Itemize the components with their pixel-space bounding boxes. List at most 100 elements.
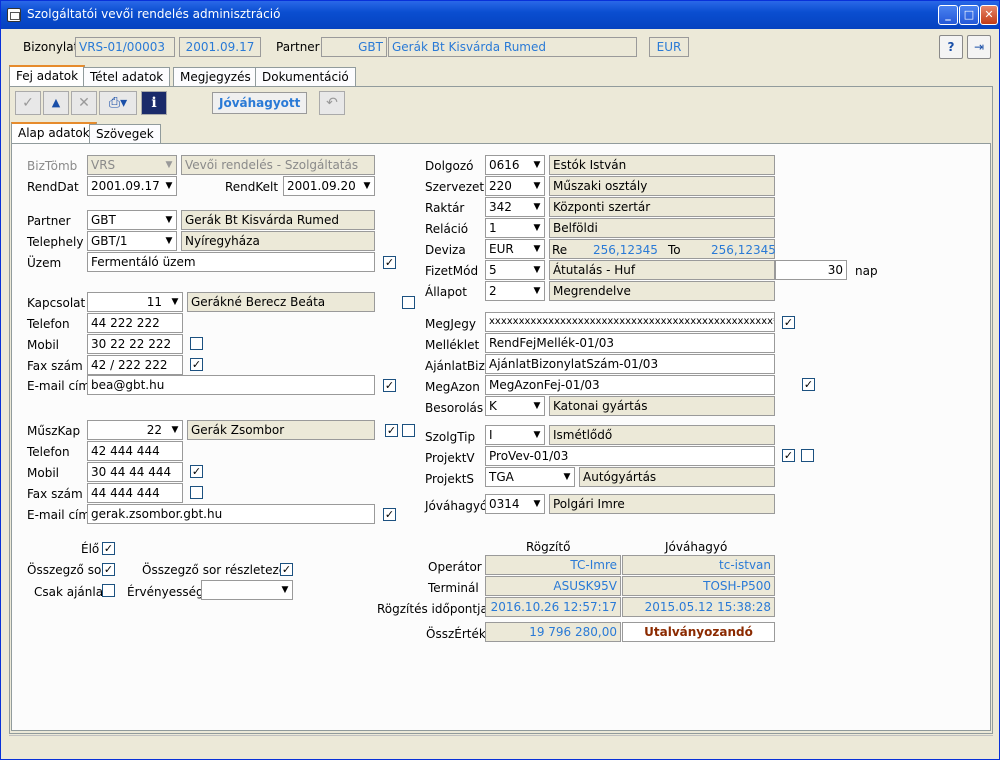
tab-megjegyzes[interactable]: Megjegyzés [173, 67, 258, 87]
relacio-select[interactable]: 1 ▼ [485, 218, 545, 238]
megjegy-checkbox[interactable]: ✓ [782, 316, 795, 329]
tab-fej-adatok[interactable]: Fej adatok [9, 65, 86, 87]
projektv-label: ProjektV [425, 451, 475, 465]
terminal-jovahagyo: TOSH-P500 [622, 576, 775, 596]
ajanlatbiz-field[interactable]: AjánlatBizonylatSzám-01/03 [485, 354, 775, 374]
email1-checkbox[interactable]: ✓ [383, 379, 396, 392]
chevron-down-icon[interactable]: ▼ [530, 198, 544, 216]
projekts-select[interactable]: TGA ▼ [485, 467, 575, 487]
szervezet-select[interactable]: 220 ▼ [485, 176, 545, 196]
mobil1-field[interactable]: 30 22 22 222 [87, 334, 183, 354]
help-icon[interactable]: ? [939, 35, 963, 59]
biztomb-select[interactable]: VRS ▼ [87, 155, 177, 175]
muszkap-checkbox-1[interactable]: ✓ [385, 424, 398, 437]
partner-select[interactable]: GBT ▼ [87, 210, 177, 230]
chevron-down-icon[interactable]: ▼ [360, 177, 374, 195]
chevron-down-icon[interactable]: ▼ [530, 219, 544, 237]
tab-tetel-adatok[interactable]: Tétel adatok [83, 67, 171, 87]
chevron-down-icon[interactable]: ▼ [560, 468, 574, 486]
partner-header-name[interactable]: Gerák Bt Kisvárda Rumed [388, 37, 637, 57]
megazon-field[interactable]: MegAzonFej-01/03 [485, 375, 775, 395]
chevron-down-icon[interactable]: ▼ [530, 495, 544, 513]
jovahagyo-header: Jóváhagyó [665, 540, 728, 554]
elo-checkbox[interactable]: ✓ [102, 542, 115, 555]
fax1-checkbox[interactable]: ✓ [190, 358, 203, 371]
jovahagyo-select[interactable]: 0314 ▼ [485, 494, 545, 514]
close-button[interactable]: ✕ [980, 5, 998, 25]
chevron-down-icon[interactable]: ▼ [530, 426, 544, 444]
osszegzo-checkbox[interactable]: ✓ [102, 563, 115, 576]
telephely-select[interactable]: GBT/1 ▼ [87, 231, 177, 251]
megjegy-field[interactable]: xxxxxxxxxxxxxxxxxxxxxxxxxxxxxxxxxxxxxxxx… [485, 312, 775, 332]
undo-icon[interactable]: ↶ [319, 91, 345, 115]
uzem-checkbox[interactable]: ✓ [383, 256, 396, 269]
chevron-down-icon[interactable]: ▼ [162, 156, 176, 174]
projektv-checkbox-2[interactable] [801, 449, 814, 462]
projektv-checkbox-1[interactable]: ✓ [782, 449, 795, 462]
cancel-icon[interactable]: ✕ [71, 91, 97, 115]
chevron-down-icon[interactable]: ▼ [530, 397, 544, 415]
info-icon[interactable]: i [141, 91, 167, 115]
chevron-down-icon[interactable]: ▼ [530, 261, 544, 279]
fax1-field[interactable]: 42 / 222 222 [87, 355, 183, 375]
fizetmod-days[interactable]: 30 [775, 260, 847, 280]
renddat-select[interactable]: 2001.09.17 ▼ [87, 176, 177, 196]
exit-icon[interactable]: ⇥ [967, 35, 991, 59]
chevron-down-icon[interactable]: ▼ [530, 240, 544, 258]
subtab-szovegek[interactable]: Szövegek [89, 124, 161, 144]
raktar-select[interactable]: 342 ▼ [485, 197, 545, 217]
telefon1-field[interactable]: 44 222 222 [87, 313, 183, 333]
email1-field[interactable]: bea@gbt.hu [87, 375, 375, 395]
approved-button[interactable]: Jóváhagyott [212, 92, 308, 114]
szolgtip-select[interactable]: I ▼ [485, 425, 545, 445]
projektv-field[interactable]: ProVev-01/03 [485, 446, 775, 466]
ervenyesseg-select[interactable]: ▼ [201, 580, 293, 600]
muszkap-checkbox-2[interactable] [402, 424, 415, 437]
tab-dokumentacio[interactable]: Dokumentáció [255, 67, 356, 87]
chevron-down-icon[interactable]: ▼ [162, 177, 176, 195]
melleklet-field[interactable]: RendFejMellék-01/03 [485, 333, 775, 353]
chevron-down-icon[interactable]: ▼ [162, 232, 176, 250]
doc-date-field[interactable]: 2001.09.17 [179, 37, 261, 57]
doc-number-field[interactable]: VRS-01/00003 [75, 37, 175, 57]
fax2-checkbox[interactable] [190, 486, 203, 499]
chevron-down-icon[interactable]: ▼ [168, 293, 182, 311]
mobil2-field[interactable]: 30 44 44 444 [87, 462, 183, 482]
email2-field[interactable]: gerak.zsombor.gbt.hu [87, 504, 375, 524]
rendkelt-select[interactable]: 2001.09.20 ▼ [283, 176, 375, 196]
chevron-down-icon[interactable]: ▼ [162, 211, 176, 229]
chevron-down-icon[interactable]: ▼ [530, 282, 544, 300]
muszkap-select[interactable]: 22 ▼ [87, 420, 183, 440]
mobil2-checkbox[interactable]: ✓ [190, 465, 203, 478]
megazon-checkbox[interactable]: ✓ [802, 378, 815, 391]
chevron-down-icon[interactable]: ▼ [168, 421, 182, 439]
subtab-alap-adatok[interactable]: Alap adatok [11, 122, 97, 144]
dolgozo-select[interactable]: 0616 ▼ [485, 155, 545, 175]
fax2-field[interactable]: 44 444 444 [87, 483, 183, 503]
kapcsolat-select[interactable]: 11 ▼ [87, 292, 183, 312]
deviza-select[interactable]: EUR ▼ [485, 239, 545, 259]
print-icon[interactable]: ⎙▾ [99, 91, 137, 115]
mobil1-checkbox[interactable] [190, 337, 203, 350]
uzem-field[interactable]: Fermentáló üzem [87, 252, 375, 272]
minimize-button[interactable]: _ [938, 5, 958, 25]
chevron-down-icon[interactable]: ▼ [530, 177, 544, 195]
csak-ajanlat-checkbox[interactable] [102, 584, 115, 597]
relacio-name: Belföldi [549, 218, 775, 238]
chevron-down-icon[interactable]: ▼ [278, 581, 292, 599]
confirm-icon[interactable]: ✓ [15, 91, 41, 115]
telefon2-field[interactable]: 42 444 444 [87, 441, 183, 461]
up-arrow-icon[interactable]: ▲ [43, 91, 69, 115]
kapcsolat-checkbox[interactable] [402, 296, 415, 309]
chevron-down-icon[interactable]: ▼ [530, 156, 544, 174]
fizetmod-select[interactable]: 5 ▼ [485, 260, 545, 280]
maximize-button[interactable]: □ [959, 5, 979, 25]
partner-header-code[interactable]: GBT [321, 37, 387, 57]
szolgtip-name: Ismétlődő [549, 425, 775, 445]
currency-header-field[interactable]: EUR [649, 37, 689, 57]
allapot-select[interactable]: 2 ▼ [485, 281, 545, 301]
title-bar[interactable]: Szolgáltatói vevői rendelés adminisztrác… [1, 1, 999, 29]
email2-checkbox[interactable]: ✓ [383, 508, 396, 521]
osszegzo-resz-checkbox[interactable]: ✓ [280, 563, 293, 576]
besorolas-select[interactable]: K ▼ [485, 396, 545, 416]
